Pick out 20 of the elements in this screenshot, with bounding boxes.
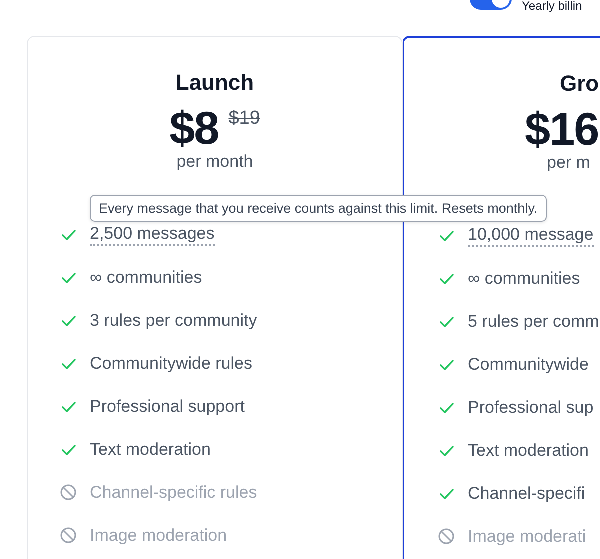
feature-text: Image moderation: [90, 526, 228, 546]
plan-name: Gro: [560, 71, 600, 97]
feature-text: 5 rules per comm: [468, 312, 600, 332]
feature-text: Text moderation: [468, 440, 589, 460]
old-price: $19: [228, 108, 260, 130]
feature-text: 3 rules per community: [90, 310, 258, 330]
feature-text[interactable]: 10,000 message: [468, 224, 594, 246]
feature-text: Channel-specifi: [468, 484, 586, 504]
feature-text: Communitywide rules: [90, 354, 252, 374]
feature-text: ∞ communities: [468, 268, 580, 288]
plan-name: Launch: [176, 70, 254, 96]
feature-text: ∞ communities: [90, 268, 202, 288]
feature-text: Channel-specific rules: [90, 482, 258, 502]
feature-text: Image moderati: [468, 526, 586, 546]
feature-text: Text moderation: [90, 440, 211, 460]
feature-text: Professional sup: [468, 398, 594, 418]
feature-text: Communitywide: [468, 354, 589, 374]
tooltip: Every message that you receive counts against this limit. Resets monthly.: [90, 195, 547, 222]
toggle-label: Yearly billin: [522, 0, 582, 12]
feature-text: Professional support: [90, 396, 245, 416]
